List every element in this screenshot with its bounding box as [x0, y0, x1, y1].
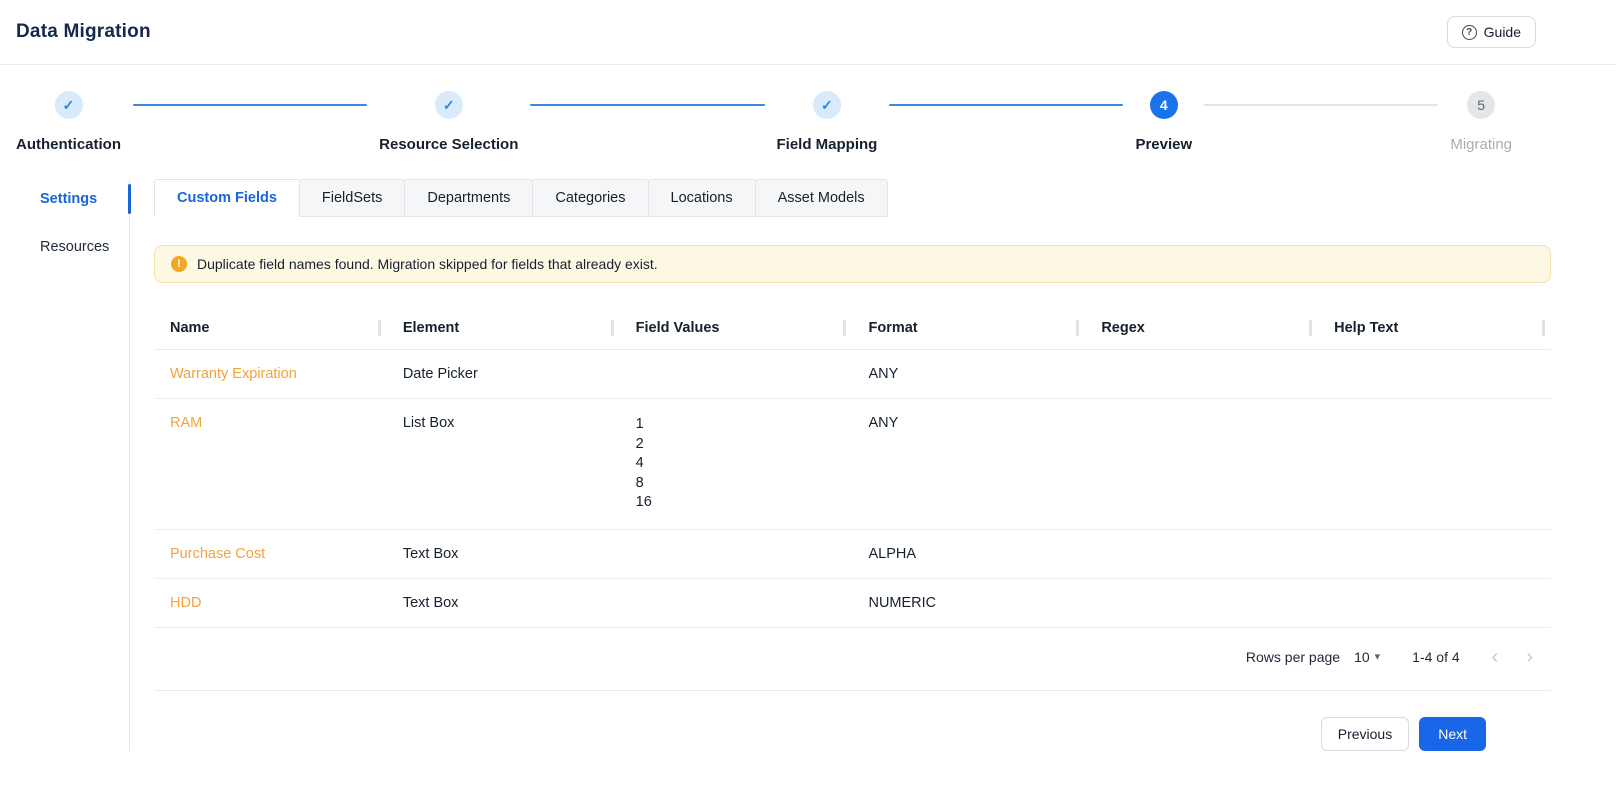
cell-name[interactable]: Warranty Expiration [154, 350, 387, 399]
rows-per-page: Rows per page 10 ▾ [1246, 649, 1380, 665]
step-migrating: 5 Migrating [1450, 91, 1512, 153]
step-authentication: ✓ Authentication [16, 91, 121, 153]
tab-fieldsets[interactable]: FieldSets [298, 179, 406, 217]
chevron-right-icon[interactable]: › [1526, 647, 1533, 667]
pagination: Rows per page 10 ▾ 1-4 of 4 ‹ › [154, 626, 1551, 690]
cell-regex [1085, 577, 1319, 627]
step-connector [889, 104, 1124, 106]
step-label: Field Mapping [776, 136, 878, 153]
rows-per-page-label: Rows per page [1245, 648, 1341, 665]
page: Data Migration ? Guide ✓ Authentication … [0, 0, 1616, 751]
rows-per-page-value: 10 [1354, 648, 1370, 665]
column-header-format: Format [852, 307, 1086, 350]
rows-per-page-select[interactable]: 10 ▾ [1354, 649, 1380, 665]
cell-format: ANY [868, 366, 899, 382]
chevron-down-icon: ▾ [1374, 651, 1381, 663]
cell-regex [1085, 528, 1319, 578]
column-header-field-values: Field Values [619, 307, 853, 350]
next-button[interactable]: Next [1419, 716, 1486, 751]
table-header-row: Name Element Field Values Format Regex H… [154, 307, 1551, 350]
column-header-help-text: Help Text [1318, 307, 1551, 350]
check-icon: ✓ [812, 91, 841, 119]
column-header-element: Element [386, 307, 620, 350]
cell-name[interactable]: HDD [154, 577, 387, 627]
cell-format: NUMERIC [852, 577, 1086, 627]
footer-actions: Previous Next [154, 691, 1551, 751]
cell-regex [1085, 398, 1319, 529]
cell-help-text [1318, 577, 1551, 627]
chevron-left-icon[interactable]: ‹ [1492, 647, 1499, 667]
cell-field-values [620, 350, 853, 399]
cell-help-text [1318, 398, 1551, 529]
sidebar: Settings Resources [0, 179, 131, 751]
check-icon: ✓ [434, 91, 463, 119]
warning-banner: ! Duplicate field names found. Migration… [154, 245, 1551, 283]
tab-departments[interactable]: Departments [404, 179, 534, 217]
page-title: Data Migration [16, 21, 151, 42]
step-label: Resource Selection [379, 136, 519, 153]
cell-field-values [619, 577, 853, 627]
step-resource-selection: ✓ Resource Selection [379, 91, 518, 153]
cell-regex [1085, 350, 1318, 399]
page-header: Data Migration ? Guide [0, 0, 1616, 65]
step-field-mapping: ✓ Field Mapping [776, 91, 878, 153]
cell-format: ANY [852, 398, 1086, 529]
sidebar-item-settings[interactable]: Settings [0, 181, 131, 217]
tab-bar: Custom Fields FieldSets Departments Cate… [154, 179, 1551, 217]
column-header-name: Name [154, 307, 387, 350]
cell-element: Text Box [386, 577, 620, 627]
main-panel: Custom Fields FieldSets Departments Cate… [130, 179, 1616, 751]
table-row: Warranty Expiration Date Picker ANY [154, 350, 1551, 399]
step-label: Migrating [1450, 136, 1513, 153]
step-connector [133, 104, 368, 106]
guide-button[interactable]: ? Guide [1446, 16, 1536, 48]
tab-locations[interactable]: Locations [647, 179, 756, 217]
custom-fields-table: Name Element Field Values Format Regex H… [154, 307, 1551, 691]
cell-element: List Box [386, 398, 620, 529]
previous-button[interactable]: Previous [1320, 716, 1410, 751]
sidebar-item-resources[interactable]: Resources [0, 229, 129, 265]
guide-button-label: Guide [1483, 24, 1521, 40]
content-area: Settings Resources Custom Fields FieldSe… [0, 179, 1616, 751]
step-number: 4 [1149, 91, 1178, 119]
tab-asset-models[interactable]: Asset Models [754, 179, 888, 217]
help-icon: ? [1461, 24, 1477, 40]
cell-format: ALPHA [852, 528, 1086, 578]
cell-element: Text Box [386, 528, 620, 578]
stepper: ✓ Authentication ✓ Resource Selection ✓ … [0, 65, 1616, 157]
check-icon: ✓ [54, 91, 83, 119]
step-label: Preview [1135, 136, 1193, 153]
pagination-nav: ‹ › [1492, 647, 1541, 667]
warning-icon: ! [171, 256, 187, 272]
cell-help-text [1318, 528, 1551, 578]
step-number: 5 [1467, 91, 1496, 119]
cell-field-values: 1 2 4 8 16 [619, 398, 853, 529]
cell-help-text [1318, 350, 1551, 399]
step-preview: 4 Preview [1135, 91, 1192, 153]
tab-categories[interactable]: Categories [532, 179, 649, 217]
cell-element: Date Picker [402, 366, 478, 382]
tab-custom-fields[interactable]: Custom Fields [154, 179, 300, 217]
table-row: HDD Text Box NUMERIC [154, 577, 1551, 627]
step-connector [1204, 104, 1439, 106]
step-connector [530, 104, 765, 106]
cell-name[interactable]: Purchase Cost [154, 528, 387, 578]
warning-banner-text: Duplicate field names found. Migration s… [197, 256, 658, 272]
column-header-regex: Regex [1085, 307, 1319, 350]
table-row: Purchase Cost Text Box ALPHA [154, 528, 1551, 578]
cell-name[interactable]: RAM [154, 398, 387, 529]
pagination-range: 1-4 of 4 [1412, 648, 1460, 665]
table-row: RAM List Box 1 2 4 8 16 ANY [154, 398, 1551, 529]
step-label: Authentication [16, 136, 121, 153]
cell-field-values [619, 528, 853, 578]
